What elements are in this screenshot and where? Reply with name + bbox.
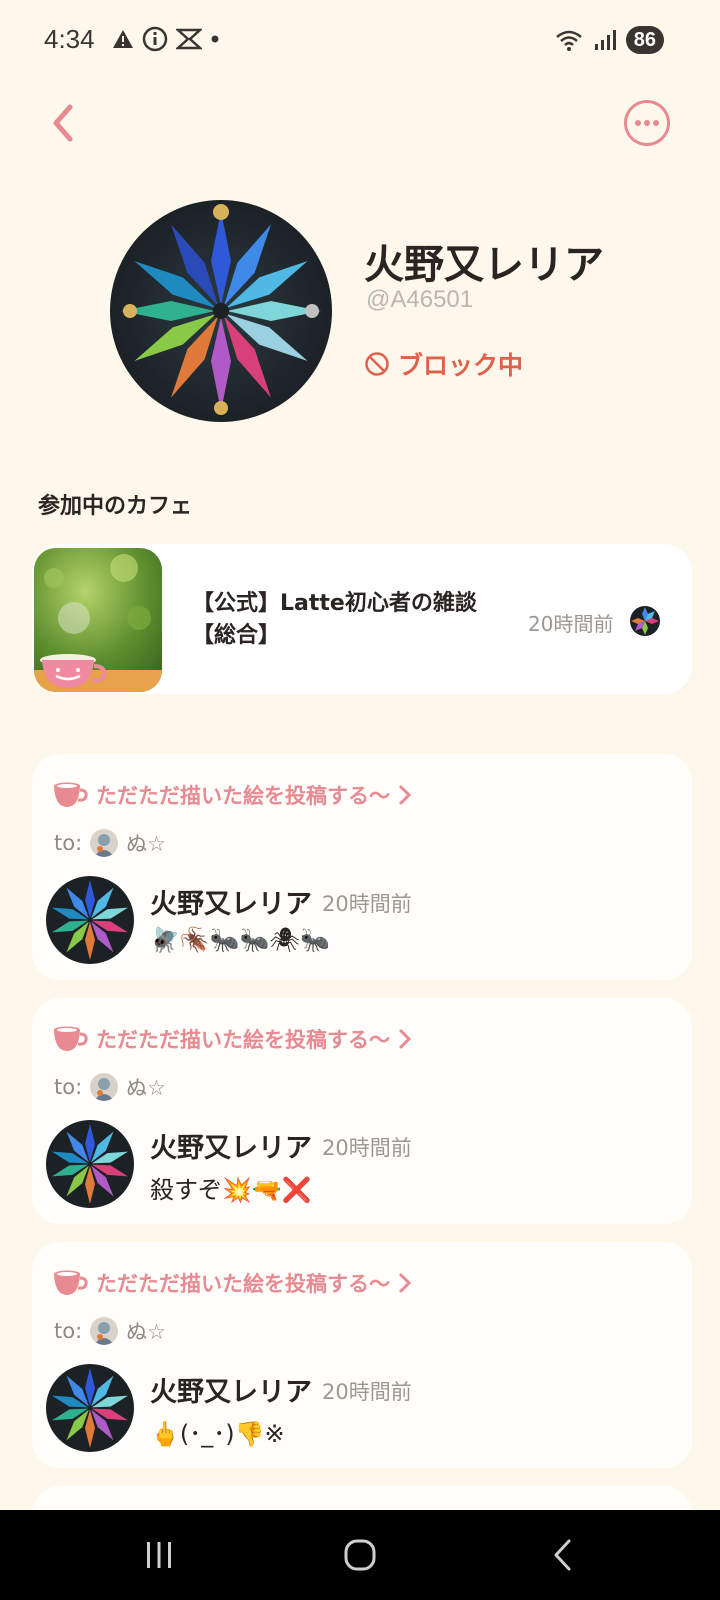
post-author-avatar[interactable]	[46, 1364, 134, 1452]
cafes-section-title: 参加中のカフェ	[38, 494, 193, 519]
post-time: 20時間前	[322, 892, 412, 916]
more-options-button[interactable]	[624, 100, 670, 146]
to-prefix: to:	[54, 1319, 83, 1343]
post-author-avatar[interactable]	[46, 1120, 134, 1208]
post-recipient[interactable]: to: ぬ☆	[54, 1072, 166, 1102]
cafe-member-avatar	[630, 606, 660, 636]
status-bar: 4:34 86	[0, 0, 720, 84]
chevron-left-icon	[53, 104, 73, 142]
post-topic-text: ただただ描いた絵を投稿する〜	[96, 1028, 390, 1052]
recent-apps-button[interactable]	[142, 1532, 176, 1578]
post-time: 20時間前	[322, 1136, 412, 1160]
cafe-time: 20時間前	[528, 612, 614, 636]
recipient-avatar	[90, 1317, 119, 1345]
post-body: 🖕(･_･)👎※	[150, 1420, 285, 1448]
status-time: 4:34	[44, 24, 95, 54]
post-topic-link[interactable]: ただただ描いた絵を投稿する〜	[52, 1024, 412, 1054]
cafe-card[interactable]: 【公式】Latte初心者の雑談【総合】 20時間前	[32, 544, 692, 694]
cafe-thumbnail	[34, 548, 162, 692]
to-prefix: to:	[54, 831, 83, 855]
warning-icon	[113, 30, 133, 48]
home-button[interactable]	[340, 1532, 380, 1578]
post-card[interactable]: ただただ描いた絵を投稿する〜 to: ぬ☆ 火野又レリア 20時間前 🪰🪳🐜🐜🕷…	[32, 754, 692, 980]
profile-name: 火野又レリア	[364, 242, 604, 288]
post-card[interactable]: ただただ描いた絵を投稿する〜 to: ぬ☆ 火野又レリア 20時間前 殺すぞ💥🔫…	[32, 998, 692, 1224]
battery-indicator: 86	[625, 26, 664, 54]
coffee-cup-icon	[54, 782, 88, 807]
post-topic-link[interactable]: ただただ描いた絵を投稿する〜	[52, 780, 412, 810]
post-author-avatar[interactable]	[46, 876, 134, 964]
block-label: ブロック中	[398, 351, 524, 380]
chevron-right-icon	[399, 1273, 412, 1293]
post-topic-link[interactable]: ただただ描いた絵を投稿する〜	[52, 1268, 412, 1298]
profile-avatar[interactable]	[110, 200, 332, 422]
app-icon	[176, 28, 202, 50]
recipient-avatar	[90, 829, 119, 857]
to-prefix: to:	[54, 1075, 83, 1099]
recipient-name: ぬ☆	[126, 832, 166, 856]
recipient-name: ぬ☆	[126, 1076, 166, 1100]
recent-apps-icon	[147, 1542, 171, 1568]
post-card[interactable]: ただただ描いた絵を投稿する〜 to: ぬ☆ 火野又レリア 20時間前 🖕(･_･…	[32, 1242, 692, 1468]
coffee-cup-icon	[54, 1270, 88, 1295]
recipient-name: ぬ☆	[126, 1320, 166, 1344]
dot-icon	[211, 35, 219, 43]
post-time: 20時間前	[322, 1380, 412, 1404]
more-horizontal-icon	[635, 120, 659, 126]
post-topic-text: ただただ描いた絵を投稿する〜	[96, 784, 390, 808]
post-body: 殺すぞ💥🔫❌	[150, 1176, 312, 1204]
wifi-icon	[555, 30, 582, 51]
block-status[interactable]: ブロック中	[364, 346, 523, 382]
recipient-avatar	[90, 1073, 119, 1101]
cafe-title: 【公式】Latte初心者の雑談【総合】	[192, 591, 477, 648]
post-author-name: 火野又レリア	[150, 1133, 312, 1164]
post-recipient[interactable]: to: ぬ☆	[54, 828, 166, 858]
chevron-right-icon	[399, 1029, 412, 1049]
system-navigation-bar	[0, 1510, 720, 1600]
signal-icon	[594, 30, 616, 50]
post-body: 🪰🪳🐜🐜🕷🐜	[150, 926, 330, 954]
info-icon	[142, 26, 168, 52]
back-nav-button[interactable]	[548, 1532, 576, 1578]
back-button[interactable]	[40, 98, 86, 148]
profile-handle: @A46501	[366, 286, 474, 313]
post-author-name: 火野又レリア	[150, 1377, 312, 1408]
system-icons: 86	[554, 26, 664, 54]
post-recipient[interactable]: to: ぬ☆	[54, 1316, 166, 1346]
back-arrow-icon	[554, 1539, 571, 1571]
notification-icons	[112, 26, 220, 52]
coffee-cup-icon	[54, 1026, 88, 1051]
prohibited-icon	[365, 352, 389, 376]
post-topic-text: ただただ描いた絵を投稿する〜	[96, 1272, 390, 1296]
chevron-right-icon	[399, 785, 412, 805]
post-author-name: 火野又レリア	[150, 889, 312, 920]
home-icon	[344, 1539, 376, 1571]
